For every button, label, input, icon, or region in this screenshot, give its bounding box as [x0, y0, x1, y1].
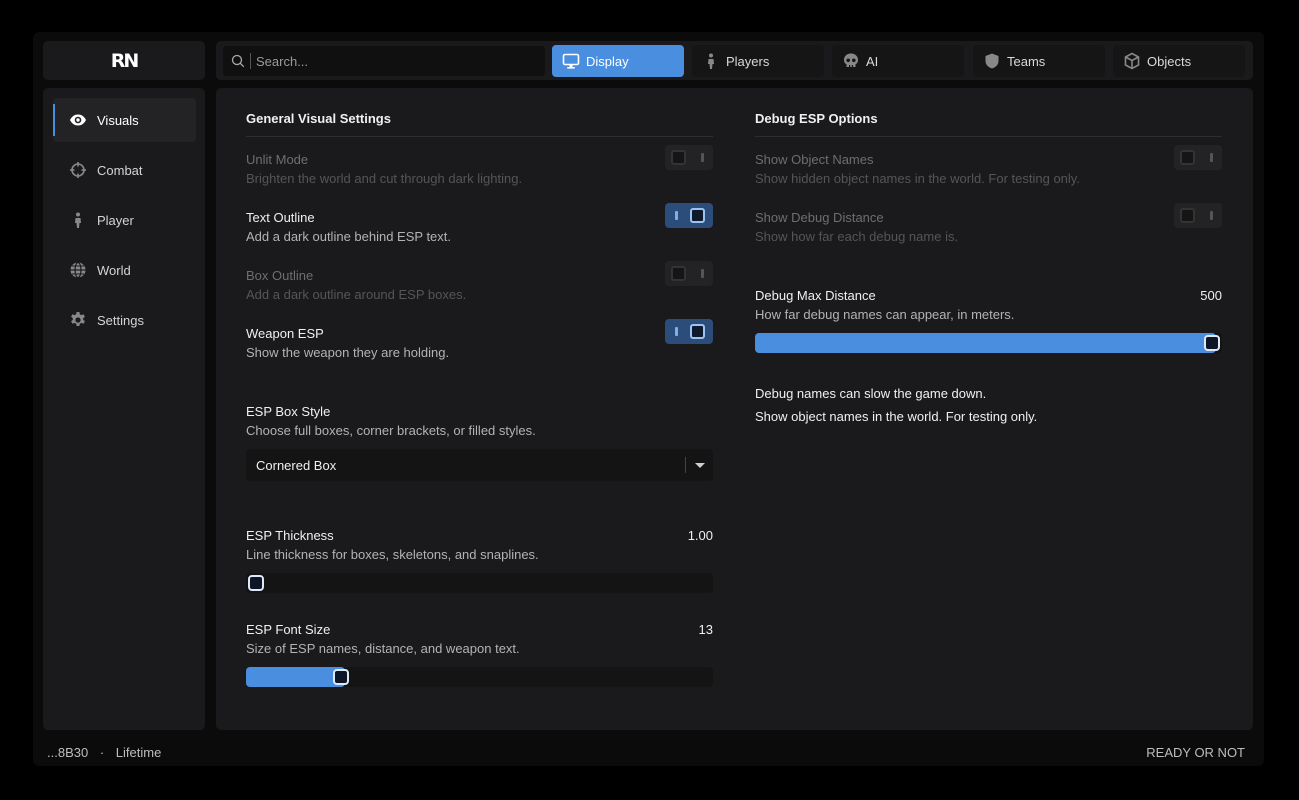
sidebar-item-settings[interactable]: Settings	[53, 298, 196, 342]
cube-icon	[1124, 52, 1140, 70]
app-window: RN Display Players AI Teams Objects	[33, 32, 1264, 766]
sidebar-item-player[interactable]: Player	[53, 198, 196, 242]
debug-section-title: Debug ESP Options	[755, 111, 878, 126]
weapon-esp-toggle[interactable]	[665, 319, 713, 344]
show-debug-distance-title: Show Debug Distance	[755, 210, 884, 225]
gear-icon	[71, 312, 85, 326]
font-size-slider[interactable]	[246, 667, 713, 687]
slider-thumb[interactable]	[1204, 335, 1220, 351]
tab-ai[interactable]: AI	[832, 45, 964, 77]
unlit-mode-title: Unlit Mode	[246, 152, 309, 167]
game-name: READY OR NOT	[1146, 744, 1245, 760]
debug-warning-note: Debug names can slow the game down.	[755, 386, 987, 401]
weapon-esp-title: Weapon ESP	[246, 326, 324, 341]
general-section-title: General Visual Settings	[246, 111, 391, 126]
skull-icon	[844, 53, 858, 67]
font-size-title: ESP Font Size	[246, 622, 331, 637]
show-debug-distance-desc: Show how far each debug name is.	[755, 229, 959, 244]
status-left: ...8B30 · Lifetime	[47, 745, 161, 760]
sidebar-item-label: Settings	[97, 312, 144, 328]
status-bar: ...8B30 · Lifetime READY OR NOT	[33, 738, 1264, 766]
globe-icon	[70, 261, 86, 279]
thickness-desc: Line thickness for boxes, skeletons, and…	[246, 547, 539, 562]
max-distance-desc: How far debug names can appear, in meter…	[755, 307, 1015, 322]
show-object-names-desc: Show hidden object names in the world. F…	[755, 171, 1080, 186]
sidebar-item-combat[interactable]: Combat	[53, 148, 196, 192]
sidebar-item-label: Player	[97, 212, 134, 228]
crosshair-icon	[70, 162, 86, 178]
person-icon	[75, 212, 81, 228]
license-id: ...8B30	[47, 744, 89, 760]
app-logo: RN	[110, 49, 140, 72]
slider-fill	[755, 333, 1216, 353]
search-box[interactable]	[223, 46, 545, 76]
thickness-slider[interactable]	[246, 573, 713, 593]
tab-players[interactable]: Players	[692, 45, 824, 77]
slider-thumb[interactable]	[332, 669, 349, 685]
slider-fill	[246, 667, 345, 687]
tab-label: AI	[866, 53, 879, 69]
sidebar-item-world[interactable]: World	[53, 248, 196, 292]
unlit-mode-toggle[interactable]	[665, 145, 713, 170]
box-style-dropdown[interactable]: Cornered Box	[246, 449, 713, 481]
box-outline-desc: Add a dark outline around ESP boxes.	[246, 287, 467, 302]
search-separator	[250, 53, 251, 69]
top-bar: Display Players AI Teams Objects	[216, 41, 1253, 80]
general-divider	[246, 136, 713, 137]
shield-icon	[985, 53, 999, 69]
text-outline-desc: Add a dark outline behind ESP text.	[246, 229, 452, 244]
sidebar-item-label: World	[97, 262, 131, 278]
search-input[interactable]	[256, 53, 526, 69]
monitor-icon	[562, 53, 580, 69]
max-distance-title: Debug Max Distance	[755, 288, 876, 303]
max-distance-slider[interactable]	[755, 333, 1222, 353]
debug-divider	[755, 136, 1222, 137]
box-style-desc: Choose full boxes, corner brackets, or f…	[246, 423, 536, 438]
status-separator: ·	[99, 744, 105, 760]
font-size-value: 13	[698, 622, 713, 637]
license-plan: Lifetime	[115, 744, 162, 760]
tab-label: Players	[726, 53, 770, 69]
sidebar-item-visuals[interactable]: Visuals	[53, 98, 196, 142]
thickness-value: 1.00	[687, 528, 713, 543]
content-panel: General Visual Settings Unlit Mode Brigh…	[216, 88, 1253, 730]
tab-label: Teams	[1007, 53, 1046, 69]
tab-label: Objects	[1147, 53, 1192, 69]
sidebar-item-label: Visuals	[97, 112, 139, 128]
logo-box: RN	[43, 41, 205, 80]
person-icon	[708, 53, 714, 69]
thickness-title: ESP Thickness	[246, 528, 334, 543]
box-style-selected: Cornered Box	[256, 457, 337, 473]
box-outline-title: Box Outline	[246, 268, 314, 283]
font-size-desc: Size of ESP names, distance, and weapon …	[246, 641, 520, 656]
tab-display[interactable]: Display	[552, 45, 684, 77]
weapon-esp-desc: Show the weapon they are holding.	[246, 345, 450, 360]
box-style-title: ESP Box Style	[246, 404, 331, 419]
chevron-down-icon	[695, 463, 705, 468]
tab-label: Display	[586, 53, 629, 69]
show-object-names-toggle[interactable]	[1174, 145, 1222, 170]
show-debug-distance-toggle[interactable]	[1174, 203, 1222, 228]
search-icon	[231, 54, 245, 68]
debug-info-note: Show object names in the world. For test…	[755, 409, 1038, 424]
eye-icon	[70, 114, 86, 126]
sidebar: Visuals Combat Player World Settings	[43, 88, 205, 730]
sidebar-item-label: Combat	[97, 162, 143, 178]
slider-thumb[interactable]	[248, 575, 264, 591]
show-object-names-title: Show Object Names	[755, 152, 874, 167]
text-outline-title: Text Outline	[246, 210, 315, 225]
max-distance-value: 500	[1200, 288, 1222, 303]
text-outline-toggle[interactable]	[665, 203, 713, 228]
tab-teams[interactable]: Teams	[973, 45, 1105, 77]
unlit-mode-desc: Brighten the world and cut through dark …	[246, 171, 523, 186]
box-outline-toggle[interactable]	[665, 261, 713, 286]
dropdown-separator	[685, 457, 686, 473]
tab-objects[interactable]: Objects	[1113, 45, 1245, 77]
